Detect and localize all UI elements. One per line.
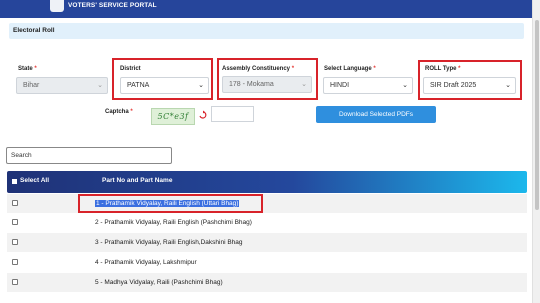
- captcha-image: 5C*e3f: [151, 108, 195, 125]
- eci-logo-icon: [50, 0, 64, 12]
- language-label: Select Language *: [324, 66, 376, 72]
- state-label: State *: [18, 66, 37, 72]
- row-part-name: 2 - Prathamik Vidyalay, Raili English (P…: [95, 219, 252, 226]
- row-checkbox[interactable]: [12, 259, 18, 265]
- captcha-input[interactable]: [211, 106, 254, 122]
- table-row[interactable]: 3 - Prathamik Vidyalay, Raili English,Da…: [7, 233, 527, 252]
- captcha-label: Captcha *: [105, 109, 133, 115]
- table-row[interactable]: 5 - Madhya Vidyalay, Raili (Pashchimi Bh…: [7, 273, 527, 292]
- portal-title: VOTERS' SERVICE PORTAL: [68, 2, 157, 9]
- row-part-name: 4 - Prathamik Vidyalay, Lakshmipur: [95, 259, 197, 266]
- chevron-down-icon: ⌄: [505, 82, 511, 89]
- section-title: Electoral Roll: [13, 27, 55, 34]
- roll-type-label: ROLL Type *: [425, 66, 461, 72]
- search-input[interactable]: Search: [6, 147, 172, 164]
- scrollbar-thumb[interactable]: [535, 20, 539, 210]
- table-row[interactable]: 2 - Prathamik Vidyalay, Raili English (P…: [7, 213, 527, 232]
- chevron-down-icon: ⌄: [97, 82, 103, 89]
- download-pdfs-button[interactable]: Download Selected PDFs: [316, 106, 436, 123]
- page-scrollbar[interactable]: [532, 0, 540, 303]
- table-row[interactable]: 4 - Prathamik Vidyalay, Lakshmipur: [7, 253, 527, 272]
- roll-type-value: SIR Draft 2025: [430, 82, 477, 89]
- district-label: District: [120, 66, 141, 72]
- row-part-name: 5 - Madhya Vidyalay, Raili (Pashchimi Bh…: [95, 279, 223, 286]
- row-checkbox[interactable]: [12, 239, 18, 245]
- section-header: Electoral Roll: [9, 23, 524, 39]
- chevron-down-icon: ⌄: [402, 82, 408, 89]
- chevron-down-icon: ⌄: [301, 81, 307, 88]
- refresh-icon[interactable]: [198, 110, 208, 120]
- select-all-checkbox[interactable]: [12, 179, 17, 184]
- table-header: Select All Part No and Part Name: [7, 171, 527, 193]
- row-part-name: 3 - Prathamik Vidyalay, Raili English,Da…: [95, 239, 243, 246]
- language-select[interactable]: HINDI ⌄: [323, 77, 413, 94]
- top-header: VOTERS' SERVICE PORTAL: [0, 0, 540, 18]
- roll-type-select[interactable]: SIR Draft 2025 ⌄: [423, 77, 516, 94]
- district-value: PATNA: [127, 82, 150, 89]
- state-select[interactable]: Bihar ⌄: [16, 77, 108, 94]
- assembly-label: Assembly Constituency *: [222, 66, 295, 72]
- state-value: Bihar: [23, 82, 40, 89]
- district-select[interactable]: PATNA ⌄: [120, 77, 209, 94]
- row-checkbox[interactable]: [12, 219, 18, 225]
- part-column-header: Part No and Part Name: [102, 177, 173, 184]
- annotation-box-row-1: [78, 194, 263, 213]
- row-checkbox[interactable]: [12, 200, 18, 206]
- row-checkbox[interactable]: [12, 279, 18, 285]
- chevron-down-icon: ⌄: [198, 82, 204, 89]
- assembly-select[interactable]: 178 - Mokama ⌄: [222, 76, 312, 93]
- assembly-value: 178 - Mokama: [229, 81, 274, 88]
- select-all-label: Select All: [20, 177, 50, 184]
- language-value: HINDI: [330, 82, 350, 89]
